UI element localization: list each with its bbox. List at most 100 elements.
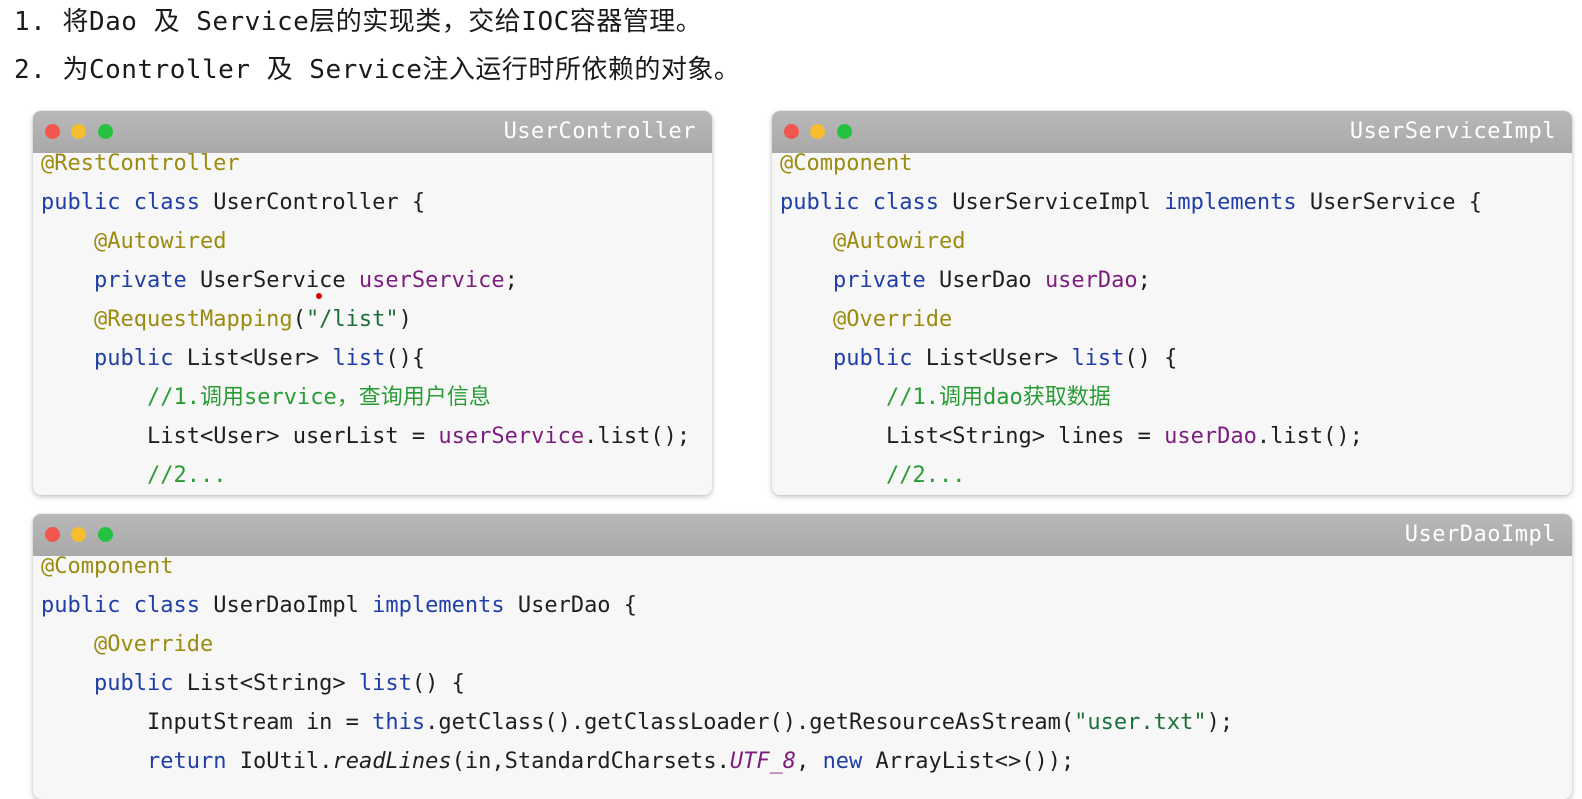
maximize-window-icon[interactable] [98,527,113,542]
maximize-window-icon[interactable] [98,124,113,139]
close-window-icon[interactable] [45,527,60,542]
keyword: public [94,671,174,696]
code-text: List<String> [173,671,359,696]
window-titlebar: UserController [33,111,712,153]
minimize-window-icon[interactable] [71,124,86,139]
method-name: list [1071,346,1125,371]
code-line: //1.调用service，查询用户信息 [41,383,491,422]
user-controller-window: UserController @RestController public cl… [33,111,712,495]
code-text: UserDao [925,268,1045,293]
user-dao-impl-window: UserDaoImpl @Component public class User… [33,514,1572,799]
annotation: @RequestMapping [94,307,293,332]
code-text: UserServiceImpl [938,190,1165,215]
code-comment: //2... [147,463,227,488]
field-name: userService [358,268,505,293]
code-line: public class UserController { [41,188,425,227]
field-name: userDao [1044,268,1138,293]
code-line: public class UserDaoImpl implements User… [41,591,637,630]
window-title: UserController [503,119,696,144]
keyword: public [833,346,913,371]
keyword: public class [41,593,200,618]
instruction-line-1: 1. 将Dao 及 Service层的实现类，交给IOC容器管理。 [14,7,703,37]
annotation: @Autowired [94,229,227,254]
code-text: UserController { [199,190,426,215]
annotation: @Override [833,307,953,332]
code-text: UserService [186,268,359,293]
annotation: @Component [780,151,913,176]
keyword: private [833,268,926,293]
annotation: @Component [41,554,174,579]
field-name: userDao [1164,424,1257,449]
code-line: @Override [41,630,213,669]
code-text: .getClass().getClassLoader().getResource… [425,710,1075,735]
keyword: implements [1164,190,1297,215]
window-title: UserDaoImpl [1404,522,1556,547]
code-line: @Autowired [41,227,226,266]
static-method-name: readLines [332,749,452,774]
code-comment: //1.调用service，查询用户信息 [147,385,491,410]
instruction-line-2: 2. 为Controller 及 Service注入运行时所依赖的对象。 [14,55,741,85]
code-line: //1.调用dao获取数据 [780,383,1111,422]
code-text: InputStream in = [147,710,373,735]
keyword: public class [780,190,939,215]
code-text: List<String> lines = [886,424,1165,449]
code-text: (in,StandardCharsets. [451,749,730,774]
keyword: return [147,749,227,774]
code-text: ArrayList<>()); [862,749,1075,774]
code-comment: //1.调用dao获取数据 [886,385,1111,410]
keyword: private [94,268,187,293]
code-text: .list(); [1256,424,1363,449]
code-comment: //2... [886,463,966,488]
code-text: ); [1206,710,1234,735]
code-line: private UserService userService; [41,266,518,305]
code-line: @RestController [41,149,240,188]
annotation: @Override [94,632,214,657]
close-window-icon[interactable] [45,124,60,139]
code-line: //2... [41,461,226,495]
code-line: List<String> lines = userDao.list(); [780,422,1363,461]
code-line: //2... [780,461,965,495]
code-text: () { [411,671,465,696]
code-text: (){ [385,346,426,371]
code-line: @RequestMapping("/list") [41,305,412,344]
code-line: List<User> userList = userService.list()… [41,422,690,461]
code-text: .list(); [584,424,691,449]
string-literal: "/list" [305,307,399,332]
code-text: , [796,749,823,774]
code-line: InputStream in = this.getClass().getClas… [41,708,1233,747]
code-line: @Component [41,552,173,591]
minimize-window-icon[interactable] [810,124,825,139]
code-text: UserDaoImpl [199,593,373,618]
pointer-marker [316,293,322,299]
keyword: new [822,749,863,774]
code-line: return IoUtil.readLines(in,StandardChars… [41,747,1074,786]
code-line: @Autowired [780,227,965,266]
code-line: public List<User> list(){ [41,344,425,383]
user-service-impl-window: UserServiceImpl @Component public class … [772,111,1572,495]
code-line: public List<User> list() { [780,344,1177,383]
minimize-window-icon[interactable] [71,527,86,542]
keyword: public [94,346,174,371]
method-name: list [332,346,386,371]
close-window-icon[interactable] [784,124,799,139]
code-line: @Component [780,149,912,188]
method-name: list [358,671,412,696]
code-line: private UserDao userDao; [780,266,1151,305]
code-text: UserDao { [504,593,638,618]
keyword: implements [372,593,505,618]
code-text: List<User> [173,346,333,371]
code-line: @Override [780,305,952,344]
code-line: public class UserServiceImpl implements … [780,188,1482,227]
constant-name: UTF_8 [729,749,797,774]
keyword: this [372,710,426,735]
window-titlebar: UserDaoImpl [33,514,1572,556]
code-line: public List<String> list() { [41,669,465,708]
keyword: public class [41,190,200,215]
code-text: ; [504,268,518,293]
code-text: () { [1124,346,1178,371]
code-text: List<User> userList = [147,424,439,449]
maximize-window-icon[interactable] [837,124,852,139]
window-titlebar: UserServiceImpl [772,111,1572,153]
code-text: UserService { [1296,190,1483,215]
annotation: @Autowired [833,229,966,254]
